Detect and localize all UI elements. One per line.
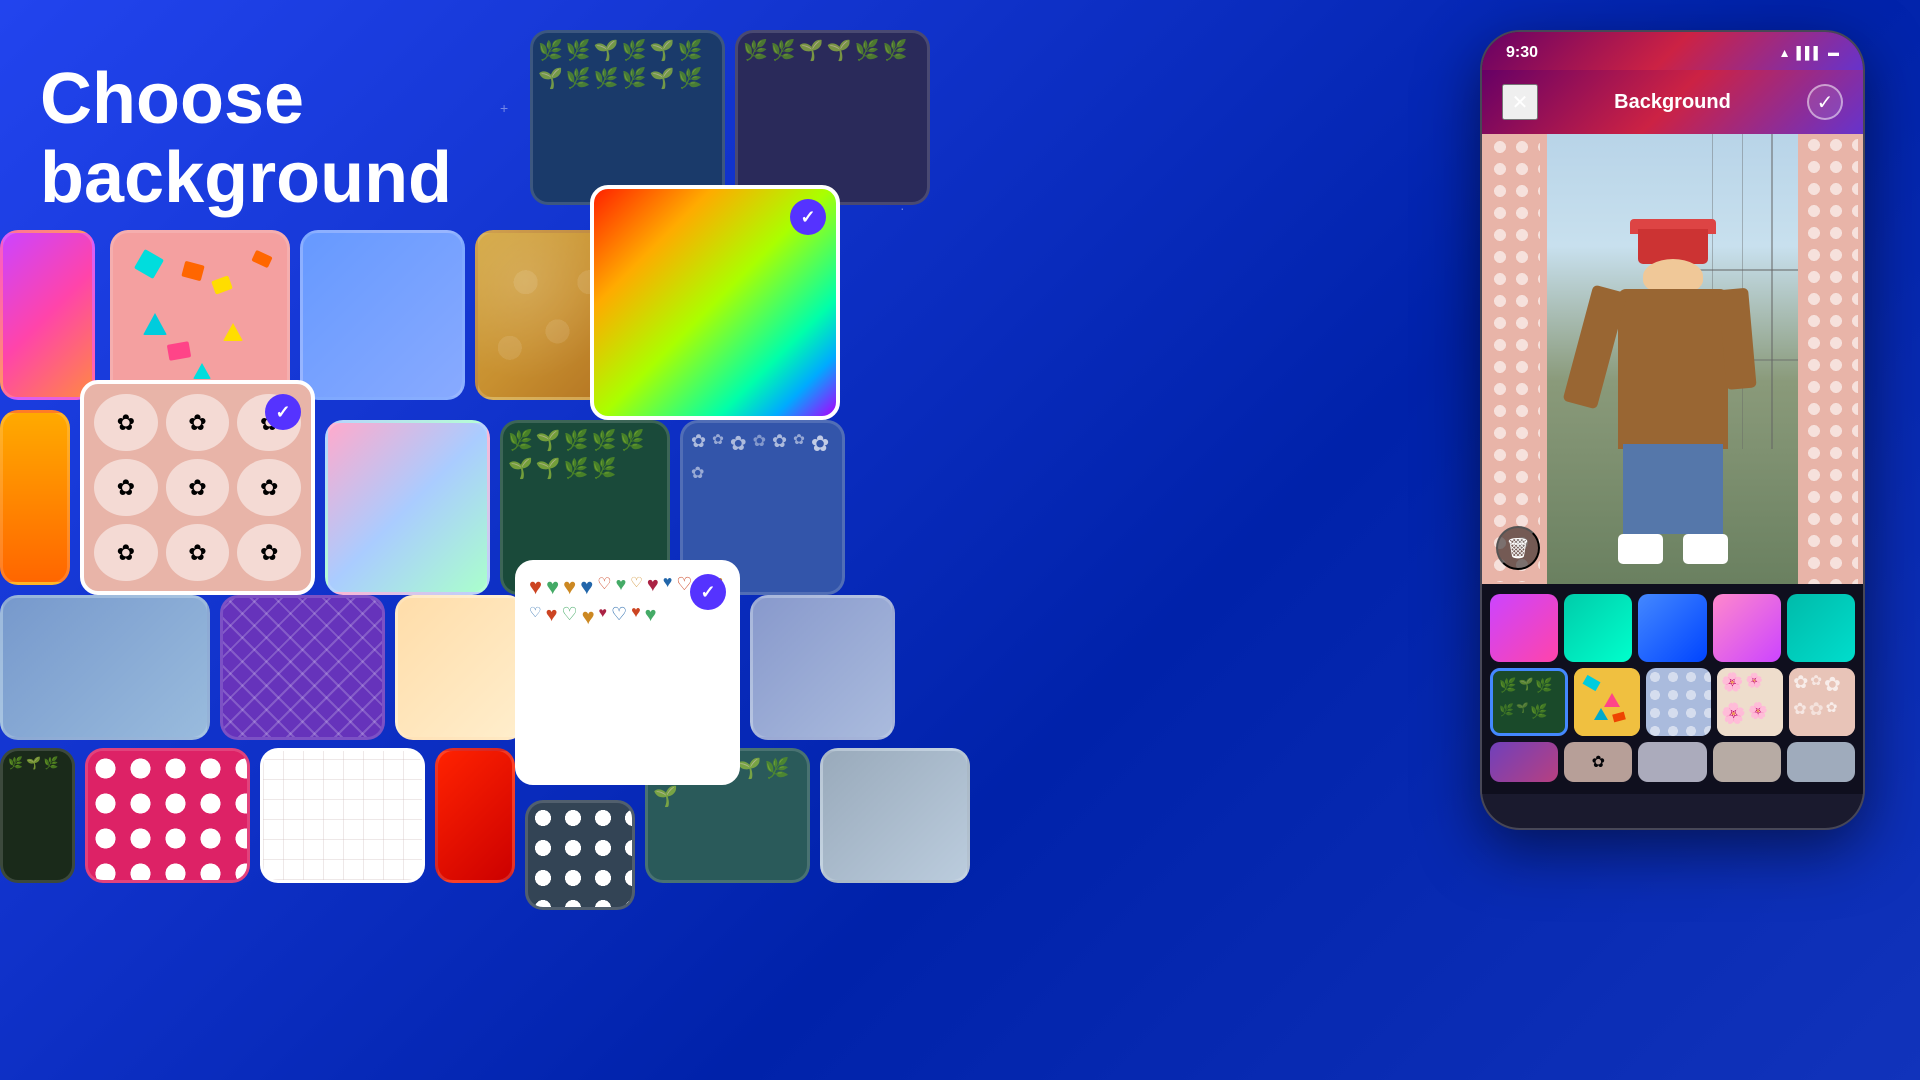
thumb-row-1 [1490,594,1855,662]
flower-5: ✿ [166,459,230,516]
page-title-line2: background [40,139,452,218]
check-badge-rainbow: ✓ [790,199,826,235]
thumb-confetti[interactable] [1574,668,1640,736]
phone-time: 9:30 [1506,44,1538,62]
tile-red-gradient[interactable] [435,748,515,883]
confirm-button[interactable]: ✓ [1807,84,1843,120]
tile-dark-floral-1[interactable]: 🌿🌿🌱 🌿🌱🌿 🌱🌿🌿 🌿🌱🌿 [530,30,725,205]
tile-hearts-selected[interactable]: ♥ ♥ ♥ ♥ ♡ ♥ ♡ ♥ ♥ ♡ ♥ ♥ ♡ ♥ ♡ ♥ ♥ ♡ ♥ ♥ … [515,560,740,785]
page-title-line1: Choose [40,60,452,139]
phone-status-bar: 9:30 ▲ ▌▌▌ ▬ [1482,32,1863,70]
preview-border-left [1482,134,1547,584]
preview-border-right [1798,134,1863,584]
thumb-row-3: ✿ [1490,742,1855,782]
tile-pastel-gradient-2[interactable] [395,595,525,740]
phone-mockup: 9:30 ▲ ▌▌▌ ▬ ✕ Background ✓ [1480,30,1865,830]
tile-dark-floral-2[interactable]: 🌿🌿🌱 🌱🌿🌿 [735,30,930,205]
thumb-blue-dots[interactable] [1646,668,1712,736]
thumb-teal[interactable] [1564,594,1632,662]
thumb-placeholder-4[interactable] [1713,742,1781,782]
thumb-row-2: 🌿 🌱 🌿 🌿 🌱 🌿 [1490,668,1855,736]
thumb-dark-leaves[interactable]: 🌿 🌱 🌿 🌿 🌱 🌿 [1490,668,1568,736]
phone-header: ✕ Background ✓ [1482,70,1863,134]
flower-8: ✿ [166,524,230,581]
thumb-placeholder-1[interactable] [1490,742,1558,782]
phone-thumbnails: 🌿 🌱 🌿 🌿 🌱 🌿 [1482,584,1863,794]
flower-9: ✿ [237,524,301,581]
tile-purple-gradient[interactable] [0,230,95,400]
thumb-floral[interactable]: 🌸 🌸 🌸 🌸 [1717,668,1783,736]
flower-7: ✿ [94,524,158,581]
battery-icon: ▬ [1828,47,1839,59]
tile-dark-leaves-small[interactable]: 🌿 🌱 🌿 [0,748,75,883]
thumb-pink-gradient[interactable] [1713,594,1781,662]
wifi-icon: ▲ [1779,46,1791,60]
tile-purple-diamond[interactable] [220,595,385,740]
phone-status-icons: ▲ ▌▌▌ ▬ [1779,46,1839,60]
tile-orange-gradient[interactable] [0,410,70,585]
tile-gray-gradient-1[interactable] [0,595,210,740]
signal-icon: ▌▌▌ [1796,46,1822,60]
tile-gray-gradient-2[interactable] [750,595,895,740]
flower-2: ✿ [166,394,230,451]
tile-gray-gradient-3[interactable] [820,748,970,883]
flower-4: ✿ [94,459,158,516]
tile-lace-pattern[interactable] [260,748,425,883]
main-photo [1543,134,1803,584]
thumb-placeholder-3[interactable] [1638,742,1706,782]
delete-button[interactable]: 🗑 [1496,526,1540,570]
thumb-pink-flowers[interactable]: ✿ ✿ ✿ ✿ ✿ ✿ [1789,668,1855,736]
check-badge-pink-flowers: ✓ [265,394,301,430]
flower-6: ✿ [237,459,301,516]
thumb-placeholder-2[interactable]: ✿ [1564,742,1632,782]
tile-pink-polka-dots[interactable] [85,748,250,883]
tile-dots-dark[interactable] [525,800,635,910]
thumb-placeholder-5[interactable] [1787,742,1855,782]
tile-blue-solid[interactable] [300,230,465,400]
close-button[interactable]: ✕ [1502,84,1538,120]
tile-rainbow-selected[interactable]: ✓ [590,185,840,420]
title-section: Choose background [40,60,452,218]
tile-pink-flowers-selected[interactable]: ✿ ✿ ✿ ✿ ✿ ✿ ✿ ✿ ✿ ✓ [80,380,315,595]
thumb-blue-gradient[interactable] [1638,594,1706,662]
thumb-purple[interactable] [1490,594,1558,662]
tile-confetti[interactable] [110,230,290,400]
header-title: Background [1614,91,1731,114]
check-badge-hearts: ✓ [690,574,726,610]
phone-image-preview: 🗑 [1482,134,1863,584]
tile-pastel-gradient[interactable] [325,420,490,595]
thumb-teal-2[interactable] [1787,594,1855,662]
flower-1: ✿ [94,394,158,451]
